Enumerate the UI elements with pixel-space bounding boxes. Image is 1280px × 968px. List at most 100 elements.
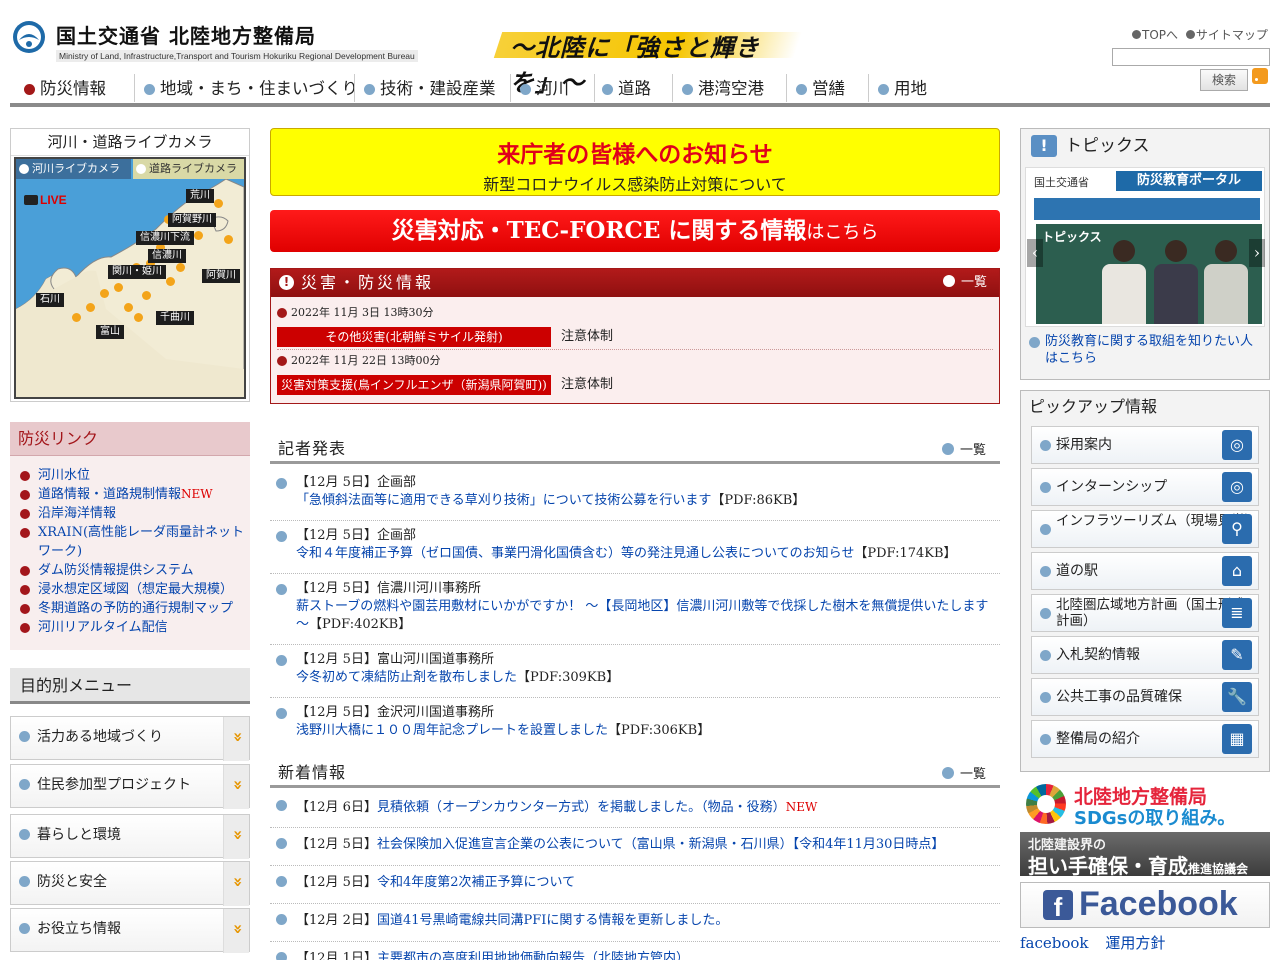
map-label-toyama[interactable]: 富山 bbox=[96, 325, 124, 339]
visitor-notice-box[interactable]: 来庁者の皆様へのお知らせ 新型コロナウイルス感染防止対策について bbox=[270, 128, 1000, 196]
disaster-date: 2022年 11月 3日 13時30分 bbox=[277, 305, 993, 321]
camera-point[interactable] bbox=[124, 303, 133, 312]
topic-carousel-banner[interactable]: 国土交通省 防災教育ポータル トピックス bbox=[1025, 167, 1265, 327]
carousel-next-icon[interactable]: › bbox=[1249, 239, 1265, 267]
map-label-chikuma[interactable]: 千曲川 bbox=[156, 311, 194, 325]
news-title-link[interactable]: 令和4年度第2次補正予算について bbox=[377, 875, 575, 890]
nav-item-eizen[interactable]: 営繕 bbox=[794, 76, 845, 102]
nav-item-douro[interactable]: 道路 bbox=[600, 76, 651, 102]
pickup-item[interactable]: 入札契約情報 ✎ bbox=[1031, 636, 1259, 674]
nav-item-kouwan[interactable]: 港湾空港 bbox=[680, 76, 764, 102]
pickup-item[interactable]: 採用案内 ◎ bbox=[1031, 426, 1259, 464]
pickup-item[interactable]: 北陸圏広域地方計画（国土形成計画） ≣ bbox=[1031, 594, 1259, 632]
nav-item-chiiki[interactable]: 地域・まち・住まいづくり bbox=[142, 76, 358, 102]
camera-point[interactable] bbox=[100, 289, 109, 298]
policy-link[interactable]: 運用方針 bbox=[1105, 934, 1165, 952]
map-label-sekikawa-himekawa[interactable]: 関川・姫川 bbox=[108, 265, 166, 279]
tab-river-camera[interactable]: 河川ライブカメラ bbox=[16, 159, 131, 179]
press-title-link[interactable]: 今冬初めて凍結防止剤を散布しました bbox=[296, 670, 517, 685]
camera-point[interactable] bbox=[142, 291, 151, 300]
press-section-header: 記者発表 一覧 bbox=[270, 434, 1000, 464]
bullet-icon bbox=[1040, 566, 1051, 577]
press-list-link[interactable]: 一覧 bbox=[941, 436, 986, 466]
live-camera-map[interactable]: 河川ライブカメラ 道路ライブカメラ LIVE 荒川 阿賀野川 信濃川下流 信濃川… bbox=[14, 157, 246, 399]
pickup-item[interactable]: 公共工事の品質確保 🔧 bbox=[1031, 678, 1259, 716]
expand-chevron-icon[interactable] bbox=[223, 862, 249, 906]
map-label-shinano-karyu[interactable]: 信濃川下流 bbox=[136, 231, 194, 245]
purpose-menu-item[interactable]: 暮らしと環境 bbox=[10, 814, 250, 859]
camera-point[interactable] bbox=[176, 263, 185, 272]
map-label-arakawa[interactable]: 荒川 bbox=[186, 189, 214, 203]
expand-chevron-icon[interactable] bbox=[223, 909, 249, 953]
pickup-item[interactable]: インフラツーリズム（現場見学） ⚲ bbox=[1031, 510, 1259, 548]
news-list-link[interactable]: 一覧 bbox=[941, 760, 986, 790]
bousai-link-item[interactable]: 河川リアルタイム配信 bbox=[18, 618, 250, 637]
expand-chevron-icon[interactable] bbox=[223, 815, 249, 859]
sitemap-link[interactable]: サイトマップ bbox=[1185, 26, 1270, 43]
bullet-icon bbox=[276, 838, 287, 849]
pickup-item[interactable]: 道の駅 ⌂ bbox=[1031, 552, 1259, 590]
facebook-banner[interactable]: f Facebook bbox=[1020, 882, 1270, 928]
disaster-type-badge[interactable]: 災害対策支援(鳥インフルエンザ（新潟県阿賀町)) bbox=[277, 375, 551, 395]
purpose-menu-item[interactable]: 防災と安全 bbox=[10, 861, 250, 906]
nav-item-gijutsu[interactable]: 技術・建設産業 bbox=[362, 76, 496, 102]
camera-point[interactable] bbox=[72, 313, 81, 322]
banner-org: 国土交通省 bbox=[1034, 176, 1089, 189]
bousai-link-item[interactable]: XRAIN(高性能レーダ雨量計ネットワーク) bbox=[18, 523, 250, 561]
bousai-link-item[interactable]: 冬期道路の予防的通行規制マップ bbox=[18, 599, 250, 618]
disaster-list-link[interactable]: 一覧 bbox=[942, 269, 987, 297]
camera-point[interactable] bbox=[114, 283, 123, 292]
nav-item-kasen[interactable]: 河川 bbox=[518, 76, 569, 102]
camera-point[interactable] bbox=[134, 313, 143, 322]
facebook-link[interactable]: facebook bbox=[1020, 934, 1089, 952]
map-label-aganogawa[interactable]: 阿賀野川 bbox=[168, 213, 216, 227]
expand-chevron-icon[interactable] bbox=[223, 717, 249, 761]
expand-chevron-icon[interactable] bbox=[223, 765, 249, 809]
map-label-shinano[interactable]: 信濃川 bbox=[148, 249, 186, 263]
press-meta: 【12月 5日】金沢河川国道事務所 bbox=[296, 705, 494, 720]
camera-point[interactable] bbox=[86, 303, 95, 312]
press-title-link[interactable]: 「急傾斜法面等に適用できる草刈り技術」について技術公募を行います bbox=[296, 493, 711, 508]
map-label-ishikawa[interactable]: 石川 bbox=[36, 293, 64, 307]
pickup-label: 道の駅 bbox=[1056, 563, 1098, 579]
camera-point[interactable] bbox=[194, 231, 203, 240]
top-link[interactable]: TOPへ bbox=[1132, 26, 1180, 43]
bousai-link-item[interactable]: 沿岸海洋情報 bbox=[18, 504, 250, 523]
map-label-agakawa[interactable]: 阿賀川 bbox=[202, 269, 240, 283]
bousai-link-item[interactable]: ダム防災情報提供システム bbox=[18, 561, 250, 580]
press-title-link[interactable]: 令和４年度補正予算（ゼロ国債、事業円滑化国債含む）等の発注見通し公表についてのお… bbox=[296, 546, 854, 561]
pickup-item[interactable]: 整備局の紹介 ▦ bbox=[1031, 720, 1259, 758]
topic-caption-link[interactable]: 防災教育に関する取組を知りたい人はこちら bbox=[1029, 333, 1265, 367]
tab-road-camera[interactable]: 道路ライブカメラ bbox=[133, 159, 244, 179]
camera-point[interactable] bbox=[214, 199, 223, 208]
mlit-logo-icon[interactable] bbox=[12, 20, 46, 54]
disaster-entry: 2022年 11月 22日 13時00分 災害対策支援(鳥インフルエンザ（新潟県… bbox=[277, 353, 993, 395]
pickup-item[interactable]: インターンシップ ◎ bbox=[1031, 468, 1259, 506]
bousai-link-item[interactable]: 河川水位 bbox=[18, 466, 250, 485]
press-title-link[interactable]: 浅野川大橋に１００周年記念プレートを設置しました bbox=[296, 723, 608, 736]
nav-item-bousai[interactable]: 防災情報 bbox=[22, 76, 106, 102]
news-title-link[interactable]: 社会保険加入促進宣言企業の公表について（富山県・新潟県・石川県）【令和4年11月… bbox=[377, 837, 944, 852]
topics-header: ! トピックス bbox=[1021, 129, 1269, 163]
nav-item-youchi[interactable]: 用地 bbox=[876, 76, 927, 102]
bousai-link-item[interactable]: 浸水想定区域図（想定最大規模） bbox=[18, 580, 250, 599]
purpose-menu-item[interactable]: 活力ある地域づくり bbox=[10, 716, 250, 761]
bousai-link-item[interactable]: 道路情報・道路規制情報NEW bbox=[18, 485, 250, 504]
bullet-icon bbox=[20, 604, 30, 614]
purpose-menu-item[interactable]: お役立ち情報 bbox=[10, 908, 250, 953]
camera-point[interactable] bbox=[166, 277, 175, 286]
sdgs-banner[interactable]: 北陸地方整備局 SDGsの取り組み。 bbox=[1020, 780, 1270, 829]
news-title-link[interactable]: 主要都市の高度利用地地価動向報告（北陸地方管内） bbox=[377, 951, 689, 960]
agency-title[interactable]: 国土交通省 北陸地方整備局 bbox=[56, 20, 316, 49]
news-title-link[interactable]: 国道41号黒崎電線共同溝PFIに関する情報を更新しました。 bbox=[377, 913, 728, 928]
ninaite-banner[interactable]: 北陸建設界の 担い手確保・育成推進協議会 bbox=[1020, 832, 1270, 878]
purpose-menu-item[interactable]: 住民参加型プロジェクト bbox=[10, 764, 250, 809]
carousel-prev-icon[interactable]: ‹ bbox=[1027, 239, 1043, 267]
search-input[interactable] bbox=[1112, 48, 1270, 66]
disaster-type-badge[interactable]: その他災害(北朝鮮ミサイル発射) bbox=[277, 327, 551, 347]
camera-point[interactable] bbox=[224, 235, 233, 244]
news-title-link[interactable]: 見積依頼（オープンカウンター方式）を掲載しました。（物品・役務） bbox=[377, 800, 786, 815]
camera-tab-icon bbox=[19, 164, 29, 174]
tecforce-info-button[interactable]: 災害対応・TEC-FORCE に関する情報はこちら bbox=[270, 210, 1000, 252]
bullet-icon bbox=[276, 478, 287, 489]
